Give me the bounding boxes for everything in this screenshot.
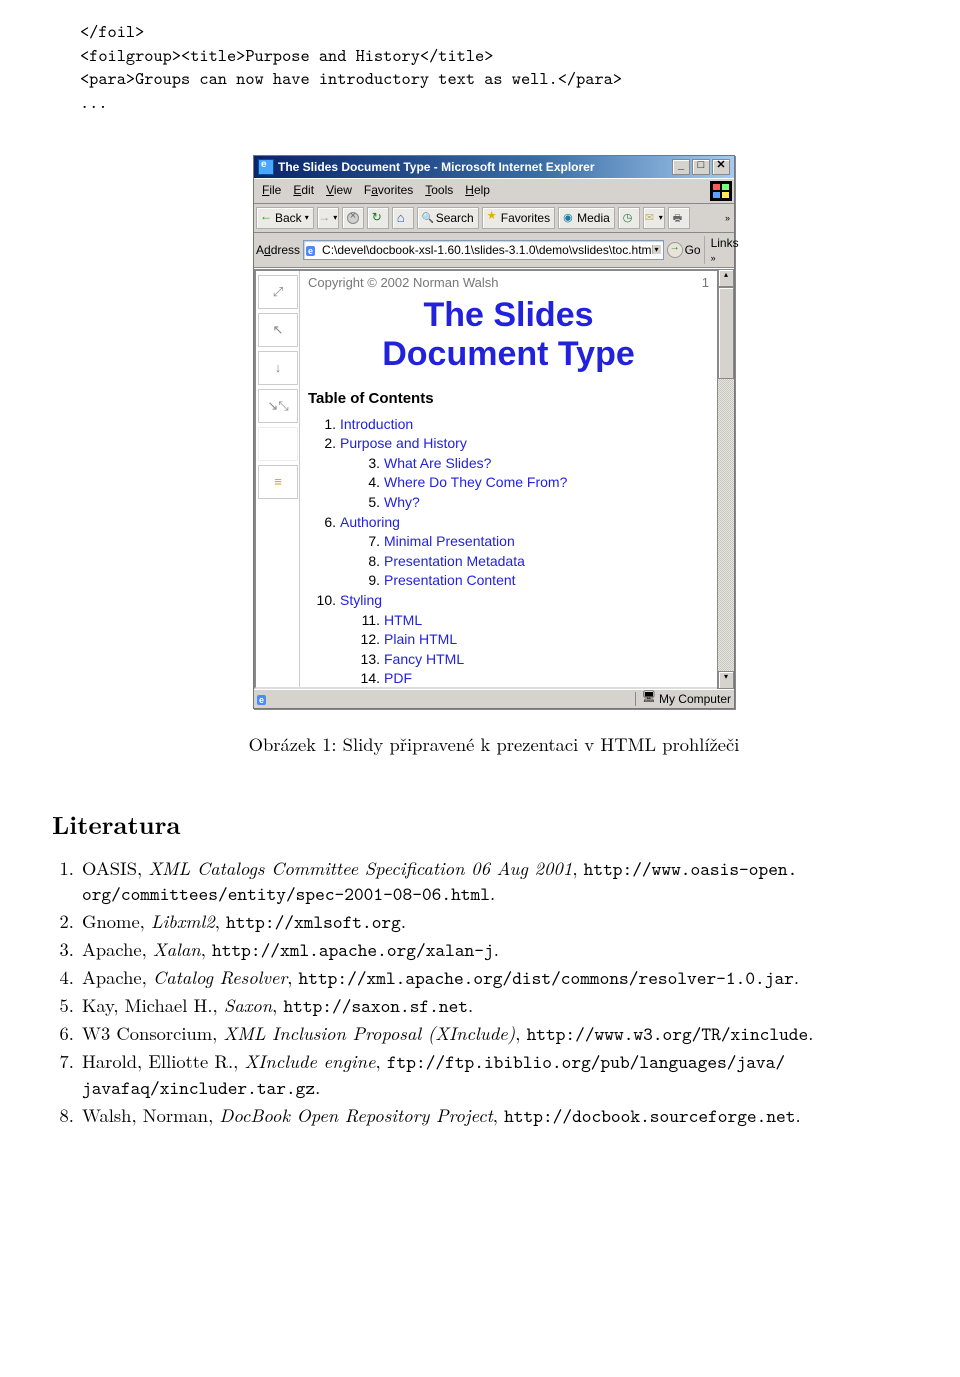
reference-item: Apache, Catalog Resolver, http://xml.apa…: [80, 965, 908, 991]
menu-view[interactable]: View: [320, 181, 358, 201]
window-title: The Slides Document Type - Microsoft Int…: [278, 160, 595, 174]
toc-link[interactable]: What Are Slides?: [384, 454, 491, 474]
star-icon: [487, 212, 499, 224]
scroll-thumb[interactable]: [718, 287, 734, 379]
stop-button[interactable]: [342, 207, 364, 229]
home-icon: [397, 212, 409, 224]
section-heading: Literatura: [52, 807, 908, 842]
reference-item: Apache, Xalan, http://xml.apache.org/xal…: [80, 937, 908, 963]
nav-blank: [258, 427, 298, 461]
go-icon: [667, 242, 683, 258]
computer-icon: [642, 692, 656, 706]
titlebar: The Slides Document Type - Microsoft Int…: [254, 156, 734, 178]
content-frame: ⤢ ↖ ↓ ↘⤡ ≡ Copyright © 2002 Norman Walsh…: [254, 268, 734, 689]
nav-first-button[interactable]: ⤢: [258, 275, 298, 309]
toc-link[interactable]: Purpose and History: [340, 434, 467, 454]
stop-icon: [347, 212, 359, 224]
ie-icon: [258, 159, 274, 175]
toolbar-expand[interactable]: »: [723, 213, 732, 223]
search-button[interactable]: Search: [417, 207, 479, 229]
toolbar: Back▾ ▾ Search Favorites Media ▾ »: [254, 204, 734, 233]
reference-item: Walsh, Norman, DocBook Open Repository P…: [80, 1103, 908, 1129]
forward-button[interactable]: ▾: [317, 207, 339, 229]
links-button[interactable]: Links »: [704, 236, 741, 264]
references-list: OASIS, XML Catalogs Committee Specificat…: [52, 856, 908, 1129]
home-button[interactable]: [392, 207, 414, 229]
reference-item: OASIS, XML Catalogs Committee Specificat…: [80, 856, 908, 908]
refresh-icon: [372, 212, 384, 224]
page-icon: [306, 243, 320, 257]
slide-title: The Slides Document Type: [308, 296, 709, 374]
reference-item: Harold, Elliotte R., XInclude engine, ft…: [80, 1049, 908, 1101]
toc-link[interactable]: Plain HTML: [384, 630, 457, 650]
slide-copyright: Copyright © 2002 Norman Walsh 1: [308, 275, 709, 290]
scrollbar[interactable]: ▴ ▾: [717, 269, 734, 689]
reference-item: W3 Consorcium, XML Inclusion Proposal (X…: [80, 1021, 908, 1047]
menu-tools[interactable]: Tools: [419, 181, 459, 201]
toc-link[interactable]: Where Do They Come From?: [384, 473, 567, 493]
media-icon: [563, 212, 575, 224]
address-dropdown[interactable]: ▾: [652, 245, 661, 254]
refresh-button[interactable]: [367, 207, 389, 229]
toc-link[interactable]: Why?: [384, 493, 420, 513]
scroll-track[interactable]: [718, 287, 734, 671]
minimize-button[interactable]: _: [672, 159, 690, 175]
windows-logo-icon: [710, 181, 732, 201]
menu-file[interactable]: File: [256, 181, 287, 201]
toc-link[interactable]: Authoring: [340, 513, 400, 533]
toc-link[interactable]: Introduction: [340, 415, 413, 435]
toc-link[interactable]: Styling: [340, 591, 382, 611]
toc-link[interactable]: Minimal Presentation: [384, 532, 515, 552]
back-button[interactable]: Back▾: [256, 207, 314, 229]
scroll-down-button[interactable]: ▾: [718, 671, 734, 689]
menu-help[interactable]: Help: [459, 181, 496, 201]
scroll-up-button[interactable]: ▴: [718, 269, 734, 287]
toc-link[interactable]: PDF: [384, 669, 412, 686]
code-snippet: </foil> <foilgroup><title>Purpose and Hi…: [80, 20, 908, 115]
toc-link[interactable]: Fancy HTML: [384, 650, 464, 670]
print-icon: [673, 212, 685, 224]
reference-item: Kay, Michael H., Saxon, http://saxon.sf.…: [80, 993, 908, 1019]
nav-last-button[interactable]: ↘⤡: [258, 389, 298, 423]
toc-link[interactable]: Presentation Content: [384, 571, 516, 591]
toc-heading: Table of Contents: [308, 390, 709, 407]
history-button[interactable]: [618, 207, 640, 229]
address-input[interactable]: C:\devel\docbook-xsl-1.60.1\slides-3.1.0…: [303, 240, 664, 260]
favorites-button[interactable]: Favorites: [482, 207, 555, 229]
menu-favorites[interactable]: Favorites: [358, 181, 419, 201]
page-number: 1: [702, 275, 709, 290]
address-label: Address: [256, 243, 300, 257]
print-button[interactable]: [668, 207, 690, 229]
toc-link[interactable]: Presentation Metadata: [384, 552, 525, 572]
status-page-icon: e: [257, 692, 271, 706]
reference-item: Gnome, Libxml2, http://xmlsoft.org.: [80, 909, 908, 935]
forward-icon: [318, 212, 330, 224]
slide-content: Copyright © 2002 Norman Walsh 1 The Slid…: [300, 271, 717, 687]
figure-caption: Obrázek 1: Slidy připravené k prezentaci…: [80, 731, 908, 757]
slide-nav: ⤢ ↖ ↓ ↘⤡ ≡: [256, 271, 300, 687]
nav-next-button[interactable]: ↓: [258, 351, 298, 385]
back-icon: [261, 212, 273, 224]
toc-list: 1.Introduction2.Purpose and History3.Wha…: [308, 415, 709, 687]
media-button[interactable]: Media: [558, 207, 615, 229]
close-button[interactable]: ✕: [712, 159, 730, 175]
mail-icon: [645, 212, 656, 224]
nav-up-button[interactable]: ↖: [258, 313, 298, 347]
go-button[interactable]: Go: [667, 242, 701, 258]
nav-toc-button[interactable]: ≡: [258, 465, 298, 499]
menu-edit[interactable]: Edit: [287, 181, 320, 201]
address-bar: Address C:\devel\docbook-xsl-1.60.1\slid…: [254, 233, 734, 268]
maximize-button[interactable]: □: [692, 159, 710, 175]
figure: The Slides Document Type - Microsoft Int…: [80, 155, 908, 757]
security-zone: My Computer: [635, 692, 731, 706]
search-icon: [422, 212, 434, 224]
browser-window: The Slides Document Type - Microsoft Int…: [253, 155, 735, 709]
mail-button[interactable]: ▾: [643, 207, 665, 229]
history-icon: [623, 212, 635, 224]
menubar: File Edit View Favorites Tools Help: [254, 178, 734, 204]
toc-link[interactable]: HTML: [384, 611, 422, 631]
status-bar: e My Computer: [254, 689, 734, 708]
